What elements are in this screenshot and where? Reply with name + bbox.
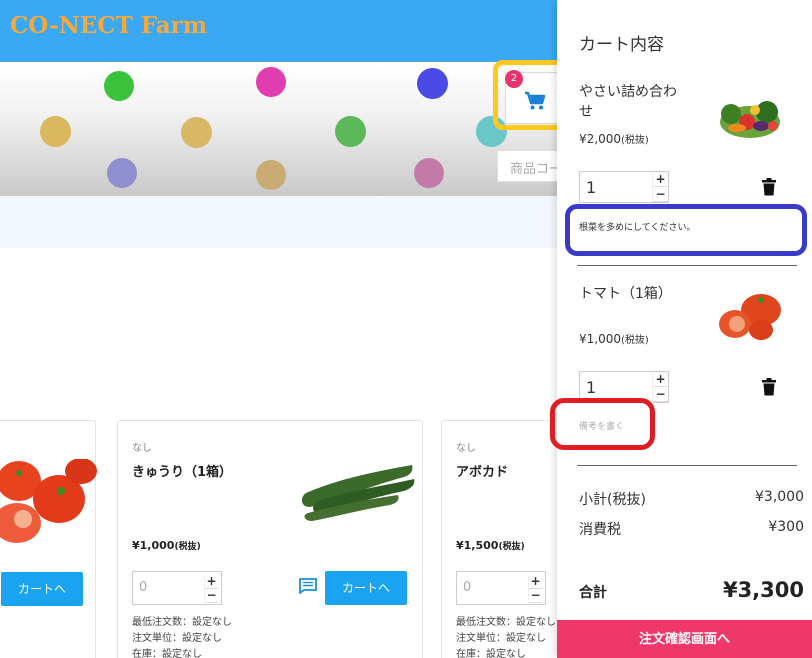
cart-item-price: ¥1,000(税抜) bbox=[579, 331, 649, 346]
banner-dot bbox=[40, 116, 71, 147]
tax-value: ¥300 bbox=[768, 519, 804, 535]
product-tag: なし bbox=[456, 443, 476, 454]
product-min-order: 最低注文数：設定なし bbox=[456, 617, 556, 628]
banner-dot bbox=[256, 67, 286, 97]
cart-title: カート内容 bbox=[579, 35, 664, 55]
cart-item-image bbox=[720, 101, 780, 138]
cart-quantity-input[interactable]: 1 + − bbox=[579, 171, 669, 203]
banner-dot bbox=[256, 160, 286, 190]
total-value: ¥3,300 bbox=[722, 578, 804, 602]
increment-button[interactable]: + bbox=[205, 575, 218, 589]
quantity-stepper[interactable]: + − bbox=[204, 575, 218, 603]
product-card: なし きゅうり（1箱） ¥1,000(税抜) 0 + − カートへ 最低注文数：… bbox=[117, 420, 423, 658]
product-price-value: ¥1,500 bbox=[456, 539, 499, 552]
decrement-button[interactable]: − bbox=[529, 589, 542, 603]
banner-dot bbox=[417, 68, 448, 99]
trash-icon[interactable] bbox=[762, 378, 776, 396]
cart-quantity-value: 1 bbox=[586, 378, 597, 397]
product-stock: 在庫：設定なし bbox=[132, 649, 202, 658]
product-min-order: 最低注文数：設定なし bbox=[132, 617, 232, 628]
decrement-button[interactable]: − bbox=[653, 187, 668, 202]
divider bbox=[577, 265, 797, 266]
product-card: カートへ bbox=[0, 420, 97, 658]
banner-dot bbox=[335, 116, 366, 147]
increment-button[interactable]: + bbox=[653, 172, 668, 187]
tax-label: 消費税 bbox=[579, 522, 621, 538]
increment-button[interactable]: + bbox=[653, 372, 668, 387]
cart-item-price-value: ¥1,000 bbox=[579, 332, 621, 346]
cart-panel: カート内容 やさい詰め合わせ ¥2,000(税抜) 1 + − 根菜を多めにして… bbox=[557, 0, 812, 658]
cart-quantity-value: 1 bbox=[586, 178, 597, 197]
increment-button[interactable]: + bbox=[529, 575, 542, 589]
product-price-value: ¥1,000 bbox=[132, 539, 175, 552]
banner-dot bbox=[181, 117, 212, 148]
quantity-value: 0 bbox=[463, 580, 472, 595]
product-name: アボカド bbox=[456, 465, 509, 480]
product-order-unit: 注文単位：設定なし bbox=[132, 633, 222, 644]
highlight-note-filled bbox=[565, 204, 807, 256]
quantity-stepper[interactable]: + − bbox=[528, 575, 542, 603]
page: CO-NECT Farm 2 商品コード bbox=[0, 0, 812, 658]
cart-item-price-value: ¥2,000 bbox=[579, 132, 621, 146]
product-image bbox=[301, 465, 415, 521]
checkout-button[interactable]: 注文確認画面へ bbox=[557, 620, 812, 658]
cart-item-name: やさい詰め合わせ bbox=[579, 84, 677, 120]
banner-dot bbox=[107, 158, 137, 188]
cart-item-price-tax: (税抜) bbox=[621, 335, 649, 346]
subtotal-value: ¥3,000 bbox=[755, 489, 804, 505]
product-price-tax: (税抜) bbox=[174, 542, 201, 552]
product-stock: 在庫：設定なし bbox=[456, 649, 526, 658]
highlight-note-empty bbox=[550, 398, 655, 450]
product-price-tax: (税抜) bbox=[498, 542, 525, 552]
product-image bbox=[0, 459, 97, 543]
banner-dot bbox=[104, 71, 134, 101]
quantity-stepper[interactable]: + − bbox=[652, 372, 668, 402]
site-logo[interactable]: CO-NECT Farm bbox=[10, 12, 207, 39]
cart-item-image bbox=[719, 294, 781, 340]
quantity-stepper[interactable]: + − bbox=[652, 172, 668, 202]
product-tag: なし bbox=[132, 443, 152, 454]
quantity-value: 0 bbox=[139, 580, 148, 595]
trash-icon[interactable] bbox=[762, 178, 776, 196]
banner-dot bbox=[414, 158, 444, 188]
cart-item-price-tax: (税抜) bbox=[621, 135, 649, 146]
comment-icon[interactable] bbox=[299, 578, 317, 594]
subtotal-label: 小計(税抜) bbox=[579, 492, 646, 508]
decrement-button[interactable]: − bbox=[653, 387, 668, 402]
add-to-cart-button[interactable]: カートへ bbox=[1, 572, 83, 606]
cart-item-name: トマト（1箱） bbox=[579, 286, 672, 302]
decrement-button[interactable]: − bbox=[205, 589, 218, 603]
quantity-input[interactable]: 0 + − bbox=[132, 571, 222, 605]
product-name: きゅうり（1箱） bbox=[132, 465, 233, 480]
divider bbox=[577, 465, 797, 466]
cart-item-price: ¥2,000(税抜) bbox=[579, 131, 649, 146]
total-label: 合計 bbox=[579, 585, 607, 601]
product-price: ¥1,500(税抜) bbox=[456, 539, 525, 552]
add-to-cart-button[interactable]: カートへ bbox=[325, 571, 407, 605]
quantity-input[interactable]: 0 + − bbox=[456, 571, 546, 605]
product-order-unit: 注文単位：設定なし bbox=[456, 633, 546, 644]
product-price: ¥1,000(税抜) bbox=[132, 539, 201, 552]
